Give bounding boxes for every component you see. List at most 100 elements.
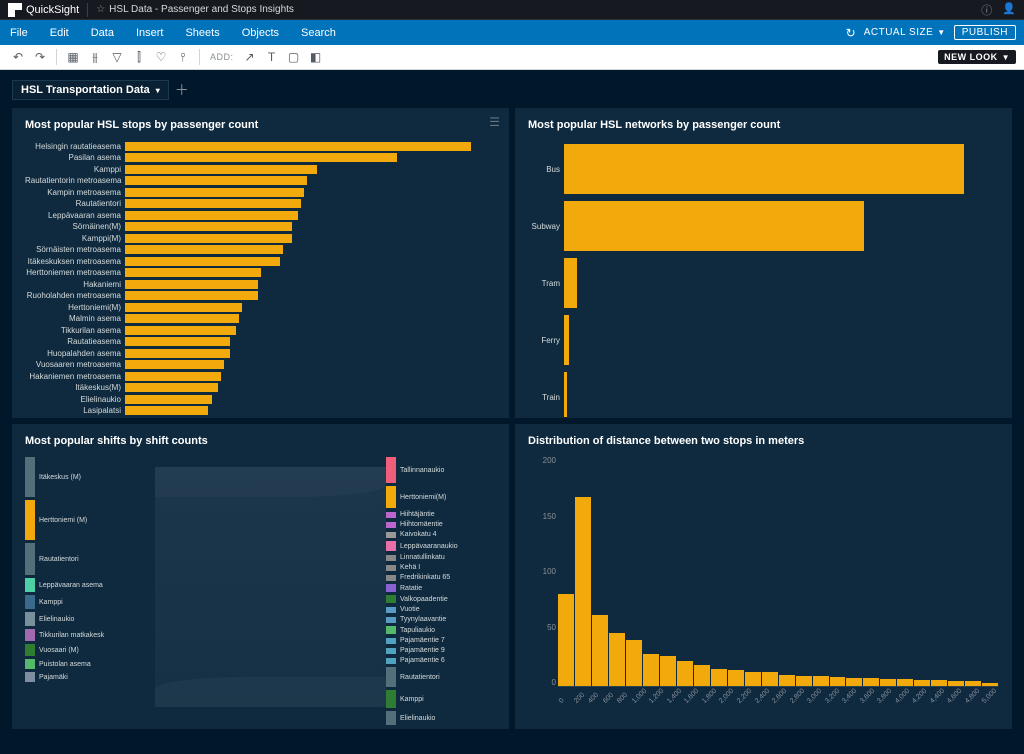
sankey-rect (25, 644, 35, 656)
menu-objects[interactable]: Objects (242, 27, 279, 39)
share-icon[interactable]: ↻ (846, 26, 856, 40)
sankey-target-node: Hiihtäjäntie (386, 511, 496, 518)
user-icon[interactable]: 👤 (1002, 2, 1016, 18)
bar-row: Kampin metroasema (25, 187, 496, 198)
star-icon[interactable]: ☆ (96, 4, 105, 15)
bar-fill (125, 222, 292, 231)
visual-stops-bar[interactable]: ☰ Most popular HSL stops by passenger co… (12, 108, 509, 418)
bar-row: Rautatientori (25, 199, 496, 210)
sankey-label: Herttoniemi(M) (400, 494, 446, 501)
histogram-bar (694, 665, 710, 686)
lightbulb-icon[interactable]: ♡ (151, 47, 171, 67)
sankey-label: Pajamäentie 6 (400, 657, 445, 664)
menu-data[interactable]: Data (91, 27, 114, 39)
sankey-source-node: Tikkurilan matkakesk (25, 629, 155, 641)
sankey-rect (386, 648, 396, 654)
add-box-icon[interactable]: ◧ (306, 47, 326, 67)
sankey-target-node: Pajamäentie 6 (386, 657, 496, 664)
add-line-chart-icon[interactable]: ↗ (240, 47, 260, 67)
filter-icon[interactable]: ▽ (107, 47, 127, 67)
sankey-label: Kamppi (400, 696, 424, 703)
bar-fill (125, 349, 230, 358)
add-sheet-button[interactable]: ＋ (175, 80, 189, 100)
chevron-down-icon[interactable]: ▾ (156, 86, 160, 95)
bar-fill (125, 188, 304, 197)
sankey-label: Rautatientori (400, 674, 440, 681)
sankey-target-node: Kehä I (386, 564, 496, 571)
bar-label: Pasilan asema (25, 153, 125, 162)
visual-networks-bar[interactable]: Most popular HSL networks by passenger c… (515, 108, 1012, 418)
undo-button[interactable]: ↶ (8, 47, 28, 67)
sankey-rect (386, 512, 396, 518)
sankey-rect (386, 658, 396, 664)
sankey-rect (25, 672, 35, 682)
sankey-target-node: Pajamäentie 9 (386, 647, 496, 654)
bar-row: Train (528, 369, 999, 418)
bar-label: Rautatientori (25, 199, 125, 208)
bar-fill (125, 291, 258, 300)
bar-row: Lasipalatsi (25, 406, 496, 417)
bar-fill (125, 211, 298, 220)
sankey-target-node: Rautatientori (386, 667, 496, 687)
visual-shifts-sankey[interactable]: Most popular shifts by shift counts Itäk… (12, 424, 509, 729)
dataset-icon[interactable]: ▦ (63, 47, 83, 67)
menu-insert[interactable]: Insert (136, 27, 164, 39)
bar-label: Bus (528, 165, 564, 174)
divider (56, 49, 57, 65)
sheet-tab-active[interactable]: HSL Transportation Data ▾ (12, 80, 169, 100)
chart-body: BusSubwayTramFerryTrain (528, 141, 999, 418)
sankey-label: Ratatie (400, 585, 422, 592)
menu-file[interactable]: File (10, 27, 28, 39)
bar-fill (564, 201, 864, 251)
sankey-rect (386, 617, 396, 623)
histogram-bar (863, 678, 879, 686)
histogram-bar (931, 680, 947, 686)
quicksight-logo-icon (8, 3, 22, 17)
analysis-breadcrumb[interactable]: ☆ HSL Data - Passenger and Stops Insight… (96, 4, 294, 15)
menu-edit[interactable]: Edit (50, 27, 69, 39)
bar-label: Ferry (528, 336, 564, 345)
menu-search[interactable]: Search (301, 27, 336, 39)
app-header: QuickSight ☆ HSL Data - Passenger and St… (0, 0, 1024, 20)
sankey-label: Valkopaadentie (400, 596, 448, 603)
visual-title: Most popular shifts by shift counts (25, 435, 496, 447)
menu-sheets[interactable]: Sheets (185, 27, 219, 39)
sankey-target-node: Hiihtomäentie (386, 521, 496, 528)
sankey-rect (386, 575, 396, 581)
zoom-select[interactable]: ACTUAL SIZE ▼ (864, 27, 946, 38)
bar-row: Herttoniemen metroasema (25, 268, 496, 279)
sankey-target-node: Kaivokatu 4 (386, 531, 496, 538)
visual-distance-histogram[interactable]: Distribution of distance between two sto… (515, 424, 1012, 729)
app-name: QuickSight (26, 4, 79, 16)
bar-row: Kamppi(M) (25, 233, 496, 244)
new-look-toggle[interactable]: NEW LOOK ▼ (938, 50, 1016, 64)
sheet-tab-label: HSL Transportation Data (21, 84, 150, 96)
add-image-icon[interactable]: ▢ (284, 47, 304, 67)
sankey-label: Herttoniemi (M) (39, 517, 87, 524)
bar-label: Tikkurilan asema (25, 326, 125, 335)
visual-icon[interactable]: ⫵ (85, 47, 105, 67)
sankey-label: Leppävaaran asema (39, 582, 103, 589)
publish-button[interactable]: PUBLISH (954, 25, 1016, 40)
redo-button[interactable]: ↷ (30, 47, 50, 67)
help-icon[interactable]: ⓘ (981, 2, 992, 18)
visual-title: Most popular HSL networks by passenger c… (528, 119, 999, 131)
bar-row: Ferry (528, 312, 999, 368)
bar-label: Kamppi(M) (25, 234, 125, 243)
quicksight-logo[interactable]: QuickSight (8, 3, 79, 17)
bar-row: Elielinaukio (25, 394, 496, 405)
bar-row: Herttoniemi(M) (25, 302, 496, 313)
sankey-label: Tapuliaukio (400, 627, 435, 634)
bar-row: Tram (528, 255, 999, 311)
sankey-label: Leppävaaranaukio (400, 543, 458, 550)
chart-icon[interactable]: ⫯ (173, 47, 193, 67)
visual-options-icon[interactable]: ☰ (489, 115, 500, 129)
add-text-icon[interactable]: T (262, 47, 282, 67)
chart-body: Itäkeskus (M)Herttoniemi (M)Rautatientor… (25, 457, 496, 717)
bar-fill (125, 142, 471, 151)
histogram-bar (813, 676, 829, 686)
bar-row: Bus (528, 141, 999, 197)
bar-label: Rautatientorin metroasema (25, 176, 125, 185)
parameter-icon[interactable]: ⫿ (129, 47, 149, 67)
histogram-bar (728, 670, 744, 686)
